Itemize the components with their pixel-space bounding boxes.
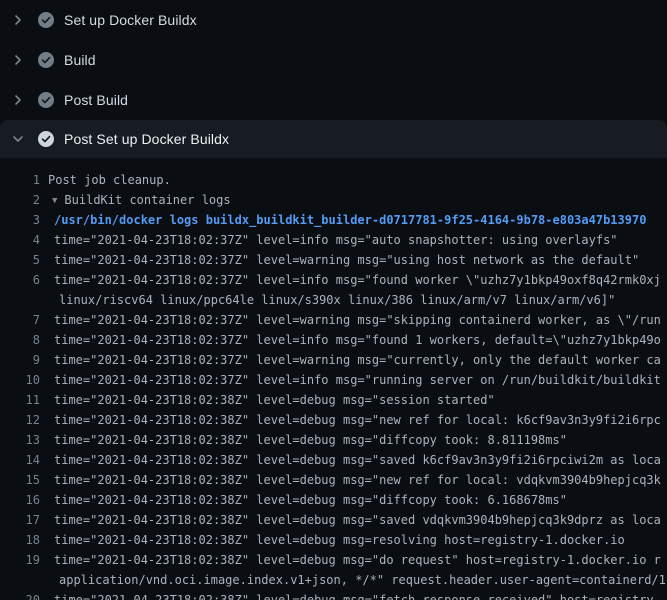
log-line: 14 time="2021-04-23T18:02:38Z" level=deb… xyxy=(0,450,667,470)
log-line-text: time="2021-04-23T18:02:37Z" level=info m… xyxy=(54,230,618,250)
log-line-number[interactable]: 12 xyxy=(0,410,40,430)
log-line-text: time="2021-04-23T18:02:38Z" level=debug … xyxy=(54,550,661,570)
chevron-right-icon xyxy=(10,12,26,28)
log-line-text: time="2021-04-23T18:02:38Z" level=debug … xyxy=(54,590,661,600)
check-circle-icon xyxy=(38,131,54,147)
log-line-number[interactable]: 9 xyxy=(0,350,40,370)
step-post-set-up-docker-buildx[interactable]: Post Set up Docker Buildx xyxy=(0,120,667,158)
log-line-number[interactable]: 2 xyxy=(0,190,40,210)
log-line-text: Post job cleanup. xyxy=(48,170,171,190)
log-line-number[interactable]: 1 xyxy=(0,170,40,190)
log-line-number[interactable]: 15 xyxy=(0,470,40,490)
log-line-text: time="2021-04-23T18:02:37Z" level=warnin… xyxy=(54,250,639,270)
log-line-text: time="2021-04-23T18:02:38Z" level=debug … xyxy=(54,510,661,530)
log-line-text: time="2021-04-23T18:02:38Z" level=debug … xyxy=(54,470,661,490)
log-line-text: time="2021-04-23T18:02:38Z" level=debug … xyxy=(54,430,567,450)
log-line-text: linux/riscv64 linux/ppc64le linux/s390x … xyxy=(59,290,615,310)
step-post-build[interactable]: Post Build xyxy=(0,80,667,120)
log-line-text: time="2021-04-23T18:02:38Z" level=debug … xyxy=(54,530,625,550)
log-line: 10 time="2021-04-23T18:02:37Z" level=inf… xyxy=(0,370,667,390)
chevron-icon xyxy=(10,92,26,108)
log-line-text: time="2021-04-23T18:02:38Z" level=debug … xyxy=(54,390,495,410)
log-line-text: application/vnd.oci.image.index.v1+json,… xyxy=(59,570,667,590)
log-group-label[interactable]: BuildKit container logs xyxy=(64,193,230,207)
log-line: application/vnd.oci.image.index.v1+json,… xyxy=(0,570,667,590)
chevron-down-icon xyxy=(10,131,26,147)
step-label: Build xyxy=(64,52,96,68)
log-line: 11 time="2021-04-23T18:02:38Z" level=deb… xyxy=(0,390,667,410)
log-line-number[interactable]: 16 xyxy=(0,490,40,510)
log-line: 5 time="2021-04-23T18:02:37Z" level=warn… xyxy=(0,250,667,270)
log-line: 6 time="2021-04-23T18:02:37Z" level=info… xyxy=(0,270,667,290)
log-line-number[interactable]: 13 xyxy=(0,430,40,450)
log-line-text: time="2021-04-23T18:02:37Z" level=info m… xyxy=(54,270,661,290)
log-line-number[interactable]: 6 xyxy=(0,270,40,290)
log-group-toggle-icon[interactable]: ▼ xyxy=(52,191,57,210)
log-line: 1 Post job cleanup. xyxy=(0,170,667,190)
step-label: Post Build xyxy=(64,92,128,108)
log-line-text: /usr/bin/docker logs buildx_buildkit_bui… xyxy=(54,210,646,230)
log-line-number[interactable] xyxy=(0,570,40,590)
log-line: 18 time="2021-04-23T18:02:38Z" level=deb… xyxy=(0,530,667,550)
check-circle-icon xyxy=(38,12,54,28)
log-line-number[interactable]: 3 xyxy=(0,210,40,230)
step-label: Post Set up Docker Buildx xyxy=(64,131,229,147)
log-line: 2 ▼ BuildKit container logs xyxy=(0,190,667,210)
log-line: 3 /usr/bin/docker logs buildx_buildkit_b… xyxy=(0,210,667,230)
log-line-text: time="2021-04-23T18:02:38Z" level=debug … xyxy=(54,450,661,470)
log-line-text: time="2021-04-23T18:02:37Z" level=info m… xyxy=(54,370,661,390)
log-line-number[interactable]: 17 xyxy=(0,510,40,530)
log-line: linux/riscv64 linux/ppc64le linux/s390x … xyxy=(0,290,667,310)
log-line-text: time="2021-04-23T18:02:37Z" level=warnin… xyxy=(54,310,661,330)
log-line-text: time="2021-04-23T18:02:37Z" level=warnin… xyxy=(54,350,661,370)
chevron-icon xyxy=(10,12,26,28)
log-line: 16 time="2021-04-23T18:02:38Z" level=deb… xyxy=(0,490,667,510)
step-set-up-docker-buildx[interactable]: Set up Docker Buildx xyxy=(0,0,667,40)
log-line: 20 time="2021-04-23T18:02:38Z" level=deb… xyxy=(0,590,667,600)
log-line: 17 time="2021-04-23T18:02:38Z" level=deb… xyxy=(0,510,667,530)
log-line-number[interactable]: 14 xyxy=(0,450,40,470)
log-panel: 1 Post job cleanup. 2 ▼ BuildKit containe… xyxy=(0,158,667,600)
log-line: 8 time="2021-04-23T18:02:37Z" level=info… xyxy=(0,330,667,350)
log-line: 15 time="2021-04-23T18:02:38Z" level=deb… xyxy=(0,470,667,490)
check-circle-icon xyxy=(38,92,54,108)
chevron-right-icon xyxy=(10,52,26,68)
check-circle-icon xyxy=(38,52,54,68)
log-line-text: time="2021-04-23T18:02:38Z" level=debug … xyxy=(54,410,661,430)
log-line-number[interactable]: 19 xyxy=(0,550,40,570)
log-line-number[interactable]: 8 xyxy=(0,330,40,350)
log-line-number[interactable]: 18 xyxy=(0,530,40,550)
log-line: 7 time="2021-04-23T18:02:37Z" level=warn… xyxy=(0,310,667,330)
log-line-number[interactable]: 4 xyxy=(0,230,40,250)
log-line-number[interactable]: 11 xyxy=(0,390,40,410)
log-line: 4 time="2021-04-23T18:02:37Z" level=info… xyxy=(0,230,667,250)
log-line: 19 time="2021-04-23T18:02:38Z" level=deb… xyxy=(0,550,667,570)
log-line-number[interactable]: 20 xyxy=(0,590,40,600)
log-line: 12 time="2021-04-23T18:02:38Z" level=deb… xyxy=(0,410,667,430)
log-line-number[interactable]: 5 xyxy=(0,250,40,270)
log-line-number[interactable]: 7 xyxy=(0,310,40,330)
step-label: Set up Docker Buildx xyxy=(64,12,197,28)
log-line: 13 time="2021-04-23T18:02:38Z" level=deb… xyxy=(0,430,667,450)
steps-list: Set up Docker Buildx Build Post Build xyxy=(0,0,667,158)
log-line-text: time="2021-04-23T18:02:37Z" level=info m… xyxy=(54,330,661,350)
log-line-text: time="2021-04-23T18:02:38Z" level=debug … xyxy=(54,490,567,510)
log-line: 9 time="2021-04-23T18:02:37Z" level=warn… xyxy=(0,350,667,370)
chevron-right-icon xyxy=(10,92,26,108)
log-line-number[interactable] xyxy=(0,290,40,310)
log-line-number[interactable]: 10 xyxy=(0,370,40,390)
log-line-text: ▼ BuildKit container logs xyxy=(52,190,231,210)
chevron-icon xyxy=(10,131,26,147)
step-build[interactable]: Build xyxy=(0,40,667,80)
chevron-icon xyxy=(10,52,26,68)
